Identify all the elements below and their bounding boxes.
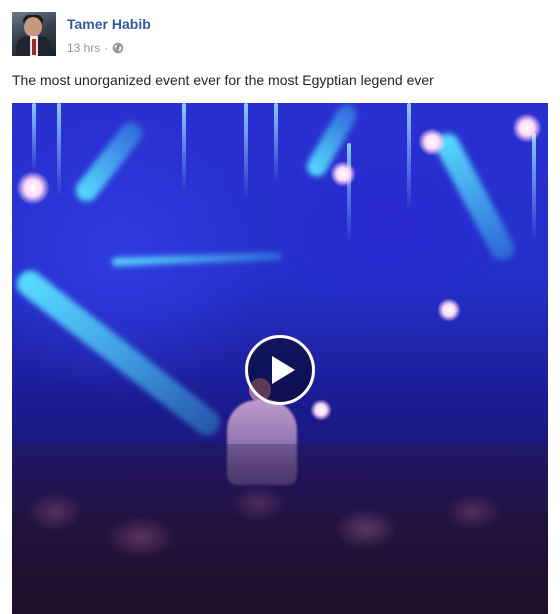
light-streak (274, 103, 278, 183)
author-avatar[interactable] (12, 12, 56, 56)
light-streak (32, 103, 36, 173)
avatar-face (24, 17, 42, 37)
light-streak (407, 103, 411, 213)
stage-spotlight (418, 128, 446, 156)
video-player[interactable] (12, 103, 548, 614)
globe-icon[interactable] (112, 42, 124, 54)
stage-spotlight (330, 161, 356, 187)
play-button[interactable] (245, 335, 315, 405)
stage-spotlight (512, 113, 542, 143)
light-streak (244, 103, 248, 198)
light-streak (57, 103, 61, 198)
stage-spotlight (16, 171, 50, 205)
author-name-link[interactable]: Tamer Habib (67, 16, 151, 32)
light-streak (532, 133, 536, 243)
light-streak (182, 103, 186, 193)
avatar-tie (32, 39, 36, 55)
crowd-silhouette (12, 444, 548, 614)
post-text: The most unorganized event ever for the … (12, 72, 434, 88)
stage-spotlight (437, 298, 461, 322)
stage-spotlight (310, 399, 332, 421)
facebook-post: Tamer Habib 13 hrs · The most unorganize… (0, 0, 560, 614)
light-streak (347, 143, 351, 243)
meta-separator: · (104, 41, 109, 55)
post-meta: 13 hrs · (67, 40, 124, 56)
post-timestamp[interactable]: 13 hrs (67, 41, 100, 55)
play-icon (272, 356, 295, 384)
